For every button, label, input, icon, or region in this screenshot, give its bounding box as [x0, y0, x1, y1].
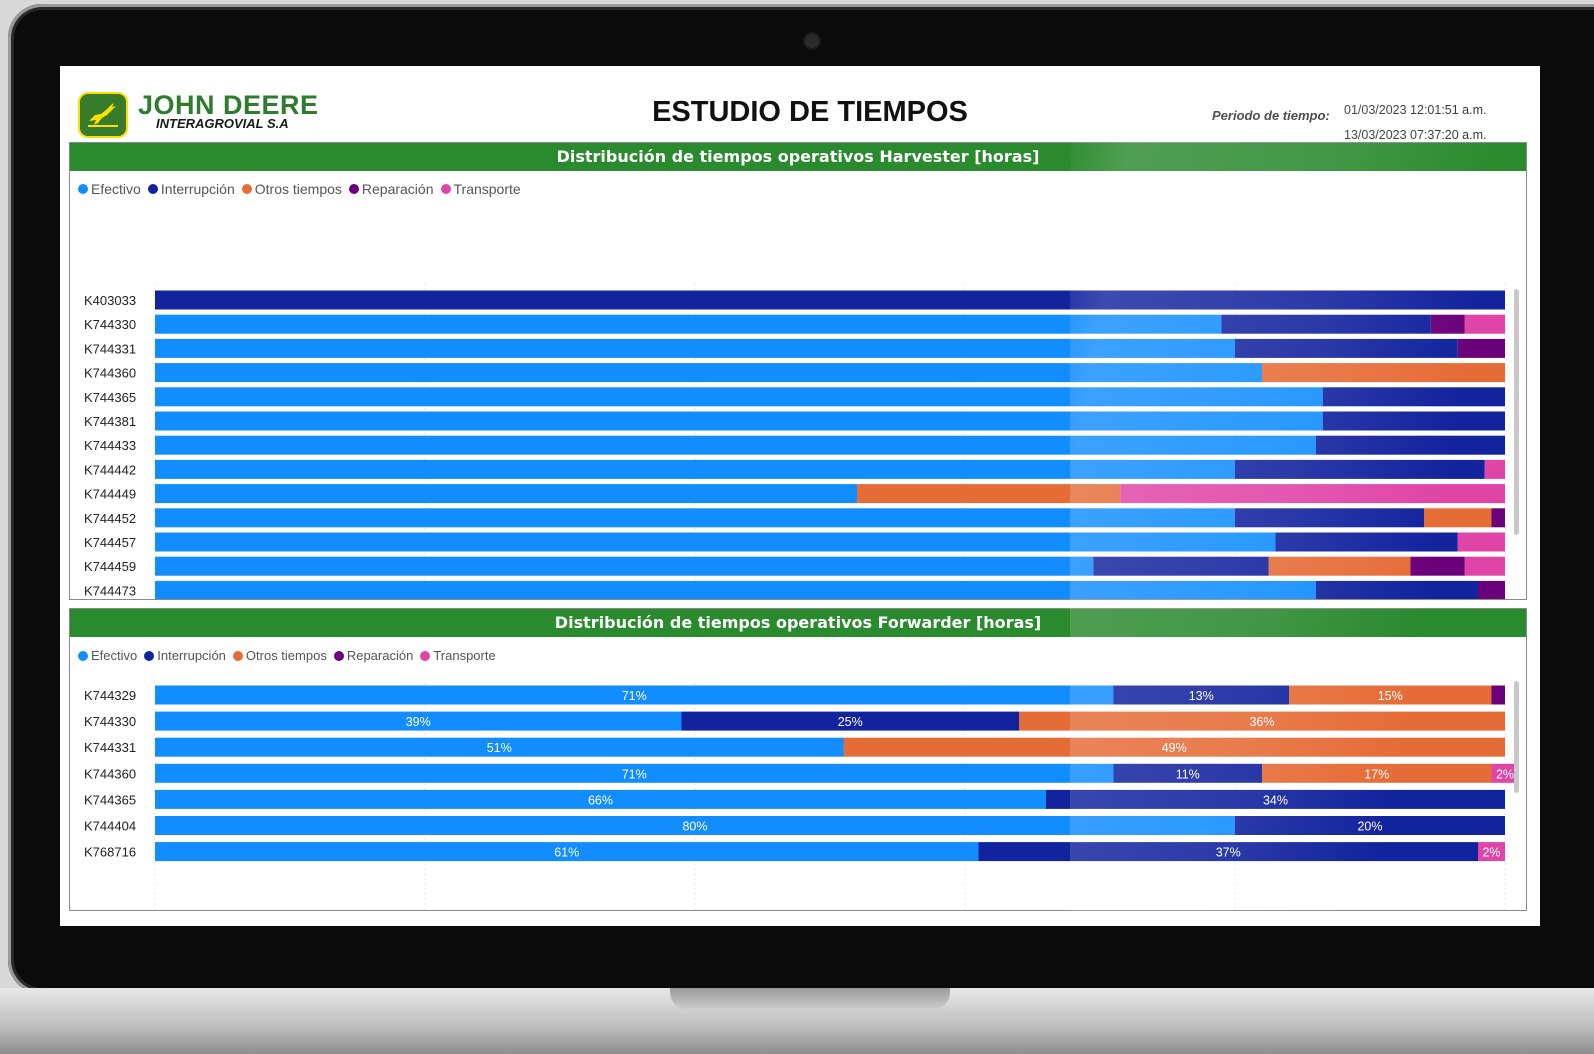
- forwarder-scrollbar[interactable]: [1514, 681, 1519, 793]
- bar-segment-transporte[interactable]: [1464, 314, 1506, 334]
- period-values: 01/03/2023 12:01:51 a.m. 13/03/2023 07:3…: [1344, 98, 1486, 148]
- bar-segment-efectivo[interactable]: [155, 338, 1235, 358]
- john-deere-logo: JOHN DEERE INTERAGROVIAL S.A: [78, 92, 319, 138]
- category-label: K744331: [84, 341, 136, 356]
- forwarder-stacked-bar-chart: 0%20%40%60%80%100%K74432971%13%15%K74433…: [84, 683, 1519, 910]
- bar-segment-efectivo[interactable]: [155, 411, 1323, 431]
- category-label: K768716: [84, 845, 136, 860]
- category-label: K744360: [84, 766, 136, 781]
- bar-segment-reparación[interactable]: [1491, 508, 1506, 528]
- bar-segment-efectivo[interactable]: [155, 556, 1094, 576]
- category-label: K744452: [84, 511, 136, 526]
- bar-segment-transporte[interactable]: [1120, 484, 1505, 504]
- bar-segment-interrupción[interactable]: [1235, 459, 1485, 479]
- category-label: K744457: [84, 535, 136, 550]
- camera-icon: [805, 34, 819, 48]
- period-label: Periodo de tiempo:: [1212, 108, 1330, 123]
- harvester-scrollbar[interactable]: [1514, 289, 1519, 535]
- bar-segment-transporte[interactable]: [1464, 556, 1506, 576]
- data-label: 20%: [1357, 820, 1382, 834]
- bar-segment-reparación[interactable]: [1430, 314, 1465, 334]
- deer-icon: [78, 92, 128, 138]
- bar-segment-transporte[interactable]: [1457, 532, 1505, 552]
- bar-segment-interrupción[interactable]: [1235, 338, 1458, 358]
- data-label: 71%: [622, 689, 647, 703]
- bar-segment-efectivo[interactable]: [155, 435, 1316, 455]
- data-label: 39%: [406, 715, 431, 729]
- category-label: K744442: [84, 462, 136, 477]
- bar-segment-interrupción[interactable]: [1275, 532, 1458, 552]
- category-label: K744329: [84, 688, 136, 703]
- harvester-stacked-bar-chart: 0%20%40%60%80%100%K403033K744330K744331K…: [84, 283, 1506, 599]
- bar-segment-efectivo[interactable]: [155, 580, 1316, 599]
- data-label: 66%: [588, 793, 613, 807]
- category-label: K744433: [84, 438, 136, 453]
- bar-segment-transporte[interactable]: [1484, 459, 1505, 479]
- category-label: K744381: [84, 414, 136, 429]
- bar-segment-efectivo[interactable]: [155, 508, 1235, 528]
- bar-segment-efectivo[interactable]: [155, 532, 1276, 552]
- bar-segment-reparación[interactable]: [1491, 685, 1506, 705]
- category-label: K744459: [84, 559, 136, 574]
- page-title: ESTUDIO DE TIEMPOS: [652, 96, 968, 128]
- data-label: 2%: [1496, 767, 1514, 781]
- data-label: 15%: [1378, 689, 1403, 703]
- brand-name: JOHN DEERE: [138, 90, 319, 120]
- category-label: K744449: [84, 487, 136, 502]
- forwarder-chart-panel: Distribución de tiempos operativos Forwa…: [69, 608, 1527, 911]
- data-label: 80%: [682, 820, 707, 834]
- bar-segment-interrupción[interactable]: [1221, 314, 1431, 334]
- period-start: 01/03/2023 12:01:51 a.m.: [1344, 103, 1487, 117]
- category-label: K744330: [84, 714, 136, 729]
- category-label: K744331: [84, 740, 136, 755]
- bar-segment-interrupción[interactable]: [1316, 580, 1478, 599]
- harvester-chart-panel: Distribución de tiempos operativos Harve…: [69, 142, 1527, 600]
- bar-segment-efectivo[interactable]: [155, 459, 1235, 479]
- bar-segment-reparación[interactable]: [1478, 580, 1505, 599]
- bar-segment-interrupción[interactable]: [1235, 508, 1424, 528]
- bar-segment-reparación[interactable]: [1410, 556, 1465, 576]
- data-label: 34%: [1263, 793, 1288, 807]
- data-label: 25%: [838, 715, 863, 729]
- data-label: 13%: [1189, 689, 1214, 703]
- category-label: K744360: [84, 366, 136, 381]
- data-label: 17%: [1364, 767, 1389, 781]
- bar-segment-efectivo[interactable]: [155, 314, 1222, 334]
- bar-segment-otros-tiempos[interactable]: [1262, 363, 1505, 383]
- data-label: 51%: [487, 741, 512, 755]
- data-label: 61%: [554, 846, 579, 860]
- bar-segment-reparación[interactable]: [1457, 338, 1505, 358]
- category-label: K403033: [84, 293, 136, 308]
- category-label: K744473: [84, 583, 136, 598]
- category-label: K744404: [84, 819, 136, 834]
- data-label: 37%: [1216, 846, 1241, 860]
- bar-segment-interrupción[interactable]: [1316, 435, 1505, 455]
- bar-segment-interrupción[interactable]: [155, 290, 1505, 310]
- data-label: 36%: [1249, 715, 1274, 729]
- dashboard-screen: JOHN DEERE INTERAGROVIAL S.A ESTUDIO DE …: [60, 66, 1540, 926]
- bar-segment-efectivo[interactable]: [155, 484, 857, 504]
- bar-segment-efectivo[interactable]: [155, 363, 1262, 383]
- bar-segment-interrupción[interactable]: [1093, 556, 1269, 576]
- bar-segment-otros-tiempos[interactable]: [1424, 508, 1492, 528]
- category-label: K744365: [84, 792, 136, 807]
- data-label: 49%: [1162, 741, 1187, 755]
- bar-segment-otros-tiempos[interactable]: [857, 484, 1121, 504]
- data-label: 71%: [622, 767, 647, 781]
- bar-segment-otros-tiempos[interactable]: [1268, 556, 1411, 576]
- bar-segment-efectivo[interactable]: [155, 387, 1323, 407]
- laptop-notch: [670, 988, 950, 1010]
- data-label: 11%: [1176, 767, 1200, 781]
- bar-segment-interrupción[interactable]: [1322, 387, 1505, 407]
- category-label: K744365: [84, 390, 136, 405]
- category-label: K744330: [84, 317, 136, 332]
- data-label: 2%: [1482, 846, 1500, 860]
- bar-segment-interrupción[interactable]: [1322, 411, 1505, 431]
